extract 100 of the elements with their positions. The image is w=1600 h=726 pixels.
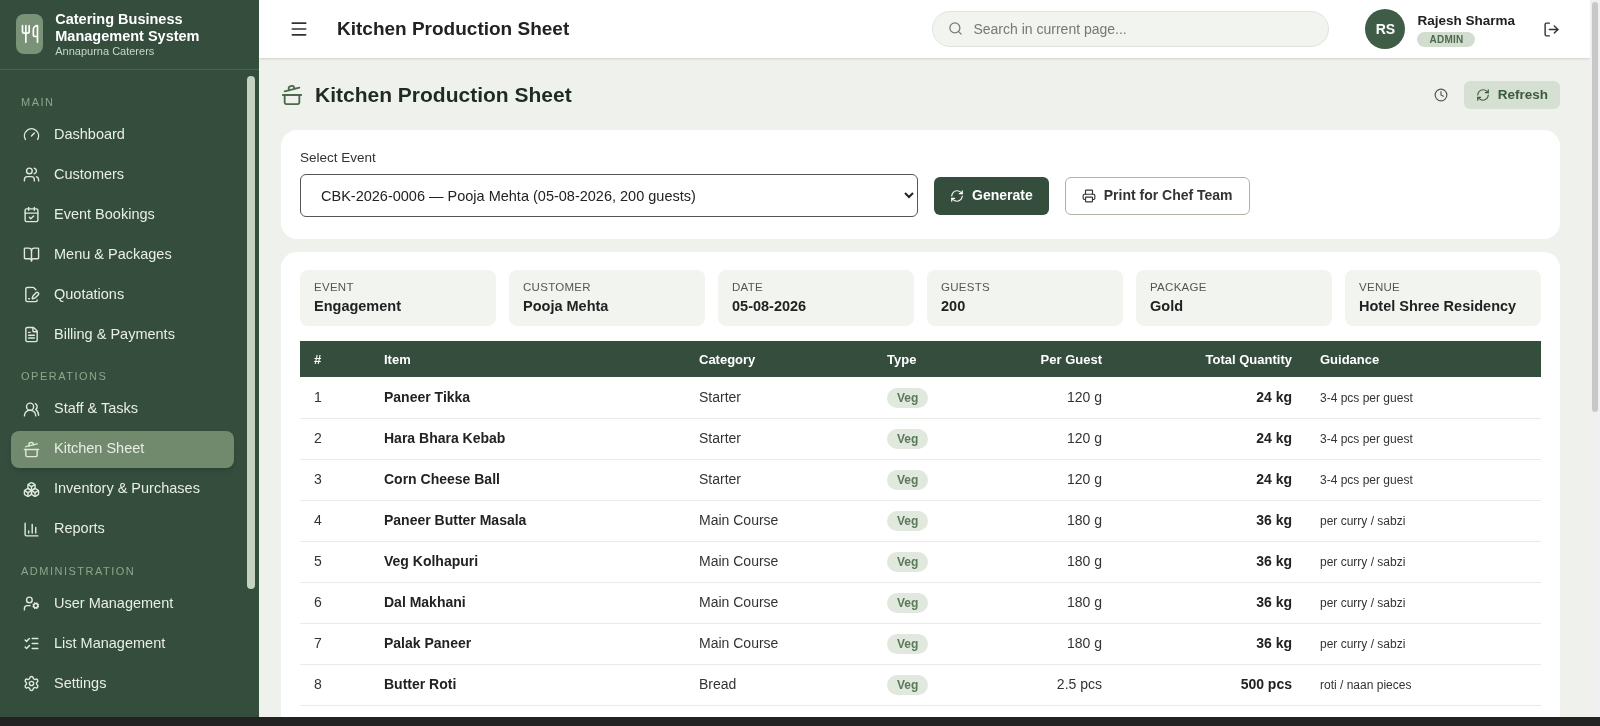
search-field[interactable]: Search in current page... bbox=[932, 11, 1330, 47]
table-cell: Starter bbox=[685, 459, 873, 501]
column-header: Total Quantity bbox=[1116, 341, 1306, 378]
summary-value: Engagement bbox=[314, 297, 402, 316]
nav-item[interactable]: List Management bbox=[11, 625, 234, 662]
search-icon bbox=[948, 21, 964, 36]
table-cell: Paneer Tikka bbox=[370, 377, 685, 419]
summary-label: VENUE bbox=[1359, 279, 1402, 295]
page-title: Kitchen Production Sheet bbox=[315, 82, 572, 109]
logout-button[interactable] bbox=[1543, 20, 1560, 38]
table-cell: Main Course bbox=[685, 623, 873, 665]
table-cell: Corn Cheese Ball bbox=[370, 459, 685, 501]
table-cell: 36 kg bbox=[1116, 623, 1306, 665]
summary-value: Gold bbox=[1150, 297, 1185, 316]
table-cell: 3-4 pcs per guest bbox=[1306, 418, 1541, 460]
nav-item[interactable]: Event Bookings bbox=[11, 196, 234, 233]
nav-item[interactable]: Dashboard bbox=[11, 116, 234, 153]
table-cell: Dal Makhani bbox=[370, 582, 685, 624]
column-header: # bbox=[300, 341, 370, 378]
table-cell: Veg Kolhapuri bbox=[370, 541, 685, 583]
table-cell: 500 pcs bbox=[1116, 664, 1306, 706]
checklist-icon bbox=[23, 635, 40, 652]
print-button[interactable]: Print for Chef Team bbox=[1064, 176, 1250, 215]
table-cell: 36 kg bbox=[1116, 582, 1306, 624]
settings-icon bbox=[23, 675, 40, 692]
nav-item[interactable]: Reports bbox=[11, 510, 234, 548]
header-title: Kitchen Production Sheet bbox=[337, 16, 570, 41]
table-cell: Starter bbox=[685, 418, 873, 460]
event-select[interactable]: CBK-2026-0006 — Pooja Mehta (05-08-2026, 200 guests) bbox=[300, 174, 918, 218]
table-cell: 120 g bbox=[998, 377, 1116, 419]
summary-value: Pooja Mehta bbox=[523, 297, 610, 316]
menu-button[interactable] bbox=[289, 19, 309, 39]
nav-item[interactable]: Menu & Packages bbox=[11, 236, 234, 273]
avatar: RS bbox=[1365, 9, 1406, 49]
people-icon bbox=[23, 166, 40, 183]
app-title: Catering Business Management System bbox=[55, 11, 201, 46]
table-cell: 180 g bbox=[998, 541, 1116, 583]
refresh-icon bbox=[1475, 88, 1490, 102]
table-cell: 7 bbox=[300, 623, 370, 665]
bar-chart-icon bbox=[23, 520, 40, 538]
summary-label: GUESTS bbox=[941, 279, 991, 295]
document-icon bbox=[23, 326, 40, 343]
pot-icon bbox=[23, 440, 40, 458]
summary-label: DATE bbox=[732, 279, 764, 295]
book-icon bbox=[23, 246, 40, 263]
type-badge: Veg bbox=[887, 388, 929, 408]
column-header: Per Guest bbox=[998, 341, 1116, 378]
summary-value: 05-08-2026 bbox=[732, 297, 808, 316]
table-cell: per curry / sabzi bbox=[1306, 541, 1541, 583]
nav-item[interactable]: Staff & Tasks bbox=[11, 390, 234, 428]
summary-label: EVENT bbox=[314, 279, 355, 295]
table-cell: 3 bbox=[300, 459, 370, 501]
table-cell: 24 kg bbox=[1116, 459, 1306, 501]
table-cell: 2.5 pcs bbox=[998, 664, 1116, 706]
refresh-icon bbox=[950, 188, 964, 203]
role-badge: ADMIN bbox=[1417, 31, 1476, 47]
nav-item[interactable]: Billing & Payments bbox=[11, 316, 234, 353]
table-cell: 180 g bbox=[998, 500, 1116, 542]
table-cell: Hara Bhara Kebab bbox=[370, 418, 685, 460]
generate-button[interactable]: Generate bbox=[934, 176, 1049, 215]
summary-value: Hotel Shree Residency bbox=[1359, 297, 1518, 316]
type-badge: Veg bbox=[887, 675, 929, 696]
section-heading: ADMINISTRATION bbox=[20, 563, 137, 579]
boxes-icon bbox=[23, 480, 40, 498]
table-cell: Starter bbox=[685, 377, 873, 419]
nav-item[interactable]: Settings bbox=[11, 665, 234, 702]
column-header: Item bbox=[370, 341, 685, 378]
table-cell: per curry / sabzi bbox=[1306, 500, 1541, 542]
table-cell: 24 kg bbox=[1116, 377, 1306, 419]
table-cell: 120 g bbox=[998, 459, 1116, 501]
type-badge: Veg bbox=[887, 593, 929, 614]
column-header: Category bbox=[685, 341, 873, 378]
clock-icon bbox=[1433, 88, 1448, 102]
scrollbar-thumb[interactable] bbox=[1592, 2, 1598, 412]
summary-value: 200 bbox=[941, 297, 967, 316]
type-badge: Veg bbox=[887, 634, 929, 655]
company-name: Annapurna Caterers bbox=[55, 45, 156, 58]
table-cell: 8 bbox=[300, 664, 370, 706]
table-cell: Butter Roti bbox=[370, 664, 685, 706]
select-label: Select Event bbox=[300, 149, 377, 167]
table-cell: Main Course bbox=[685, 582, 873, 624]
scrollbar-thumb[interactable] bbox=[247, 76, 255, 589]
section-heading: OPERATIONS bbox=[20, 369, 109, 384]
table-cell: 180 g bbox=[998, 623, 1116, 665]
nav-item[interactable]: Quotations bbox=[11, 276, 234, 313]
nav-item[interactable]: Inventory & Purchases bbox=[11, 470, 234, 508]
table-cell: 24 kg bbox=[1116, 418, 1306, 460]
nav-item[interactable]: User Management bbox=[11, 585, 234, 622]
nav-item[interactable]: Customers bbox=[11, 156, 234, 193]
table-cell: Paneer Butter Masala bbox=[370, 500, 685, 542]
type-badge: Veg bbox=[887, 429, 929, 450]
people-icon bbox=[23, 400, 40, 418]
table-cell: 36 kg bbox=[1116, 500, 1306, 542]
table-cell: Bread bbox=[685, 664, 873, 706]
column-header: Guidance bbox=[1306, 341, 1541, 378]
table-cell: Palak Paneer bbox=[370, 623, 685, 665]
logo-icon bbox=[16, 14, 44, 55]
column-header: Type bbox=[873, 341, 998, 378]
refresh-button[interactable]: Refresh bbox=[1463, 81, 1560, 109]
table-cell: Main Course bbox=[685, 541, 873, 583]
